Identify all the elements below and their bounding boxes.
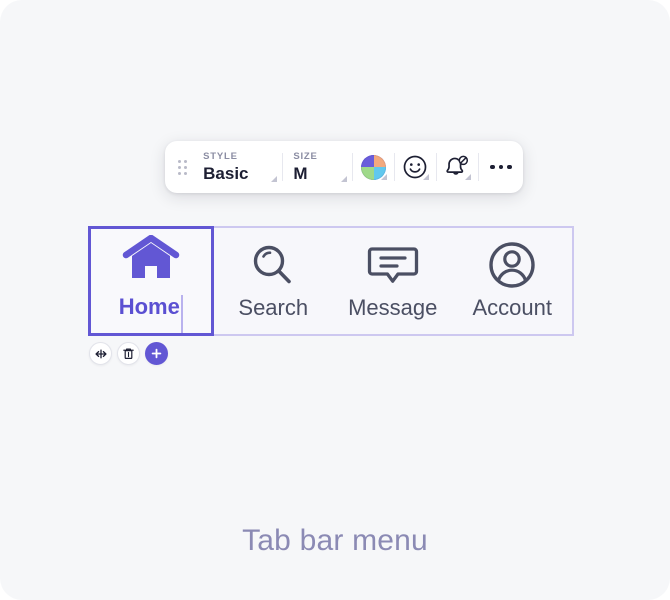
style-label: STYLE bbox=[203, 150, 238, 162]
chevron-down-icon bbox=[341, 176, 348, 182]
tab-home-label: Home bbox=[119, 289, 183, 333]
app-canvas: STYLE Basic SIZE M Home Search Message A… bbox=[0, 0, 670, 600]
tab-account-label: Account bbox=[472, 295, 553, 320]
more-options-button[interactable] bbox=[479, 141, 523, 193]
tab-action-buttons bbox=[89, 342, 168, 365]
tab-home[interactable]: Home bbox=[88, 226, 214, 336]
chevron-down-icon bbox=[464, 174, 471, 180]
tab-search[interactable]: Search bbox=[214, 228, 334, 334]
emoji-button[interactable] bbox=[395, 141, 436, 193]
notification-button[interactable] bbox=[437, 141, 478, 193]
tab-account[interactable]: Account bbox=[453, 228, 573, 334]
chevron-down-icon bbox=[422, 174, 429, 180]
add-tab-button[interactable] bbox=[145, 342, 168, 365]
chevron-down-icon bbox=[271, 176, 278, 182]
plus-icon bbox=[151, 348, 162, 359]
color-picker-button[interactable] bbox=[353, 141, 394, 193]
style-dropdown[interactable]: STYLE Basic bbox=[193, 141, 282, 193]
message-icon bbox=[366, 241, 420, 289]
tab-search-label: Search bbox=[238, 295, 309, 320]
account-icon bbox=[486, 241, 538, 289]
toolbar-drag-handle[interactable] bbox=[165, 141, 193, 193]
home-icon bbox=[122, 235, 180, 283]
floating-toolbar: STYLE Basic SIZE M bbox=[165, 141, 523, 193]
tab-message-label: Message bbox=[348, 295, 438, 320]
tab-bar: Home Search Message Account bbox=[88, 226, 574, 336]
chevron-down-icon bbox=[381, 174, 387, 180]
trash-icon bbox=[123, 348, 134, 359]
tab-message[interactable]: Message bbox=[333, 228, 453, 334]
resize-width-button[interactable] bbox=[89, 342, 112, 365]
size-label: SIZE bbox=[293, 150, 318, 162]
horizontal-resize-icon bbox=[94, 349, 107, 358]
size-dropdown[interactable]: SIZE M bbox=[283, 141, 352, 193]
drag-dots-icon bbox=[177, 159, 187, 175]
page-caption: Tab bar menu bbox=[242, 524, 428, 557]
delete-button[interactable] bbox=[117, 342, 140, 365]
search-icon bbox=[247, 241, 299, 289]
size-value: M bbox=[293, 163, 308, 183]
style-value: Basic bbox=[203, 163, 249, 183]
text-cursor bbox=[180, 295, 183, 333]
more-options-icon bbox=[490, 164, 512, 170]
